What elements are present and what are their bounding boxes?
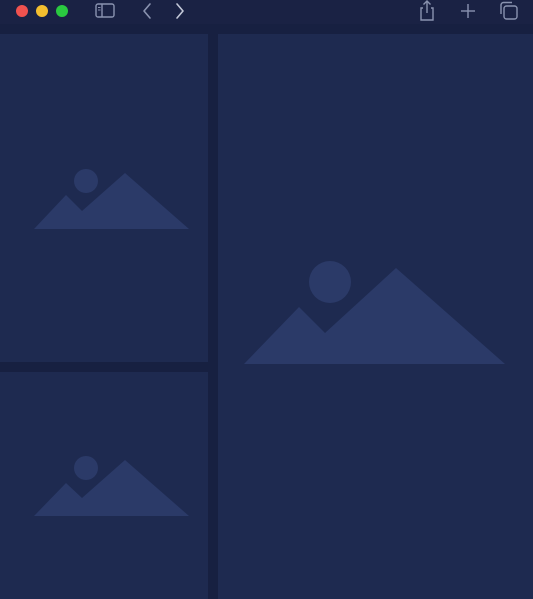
minimize-window-button[interactable] <box>36 5 48 17</box>
image-placeholder-right <box>218 34 533 599</box>
sidebar-toggle-icon[interactable] <box>94 0 116 22</box>
forward-chevron-icon[interactable] <box>172 0 188 22</box>
window-toolbar <box>0 0 533 24</box>
image-placeholder-icon <box>34 169 189 229</box>
panel-divider-vertical <box>208 34 218 599</box>
back-chevron-icon[interactable] <box>139 0 155 22</box>
image-placeholder-icon <box>244 261 505 364</box>
share-icon[interactable] <box>417 0 437 22</box>
image-placeholder-bottom-left <box>0 372 208 599</box>
close-window-button[interactable] <box>16 5 28 17</box>
image-placeholder-icon <box>34 456 189 516</box>
new-tab-plus-icon[interactable] <box>458 0 478 22</box>
tabs-overview-icon[interactable] <box>498 0 520 22</box>
panel-divider-horizontal <box>0 362 208 372</box>
zoom-window-button[interactable] <box>56 5 68 17</box>
toolbar-separator <box>0 24 533 34</box>
image-placeholder-top-left <box>0 34 208 362</box>
